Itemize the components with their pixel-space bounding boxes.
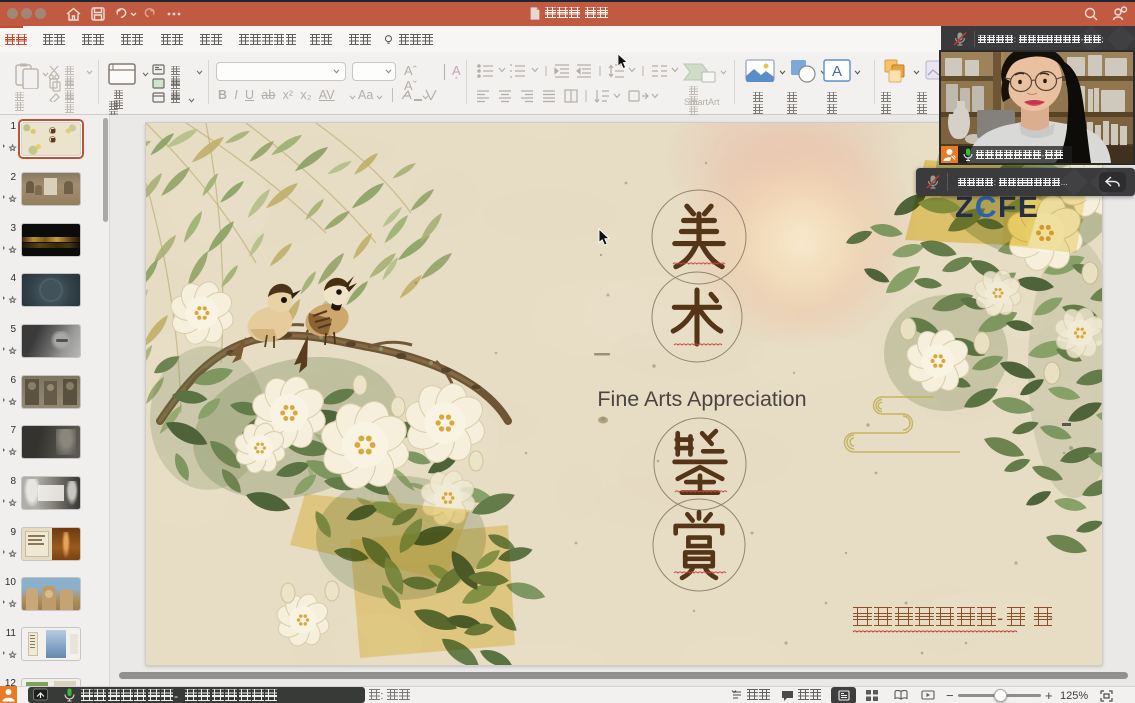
- svg-text:A: A: [832, 63, 842, 80]
- svg-text:Fine Arts Appreciation: Fine Arts Appreciation: [597, 387, 806, 411]
